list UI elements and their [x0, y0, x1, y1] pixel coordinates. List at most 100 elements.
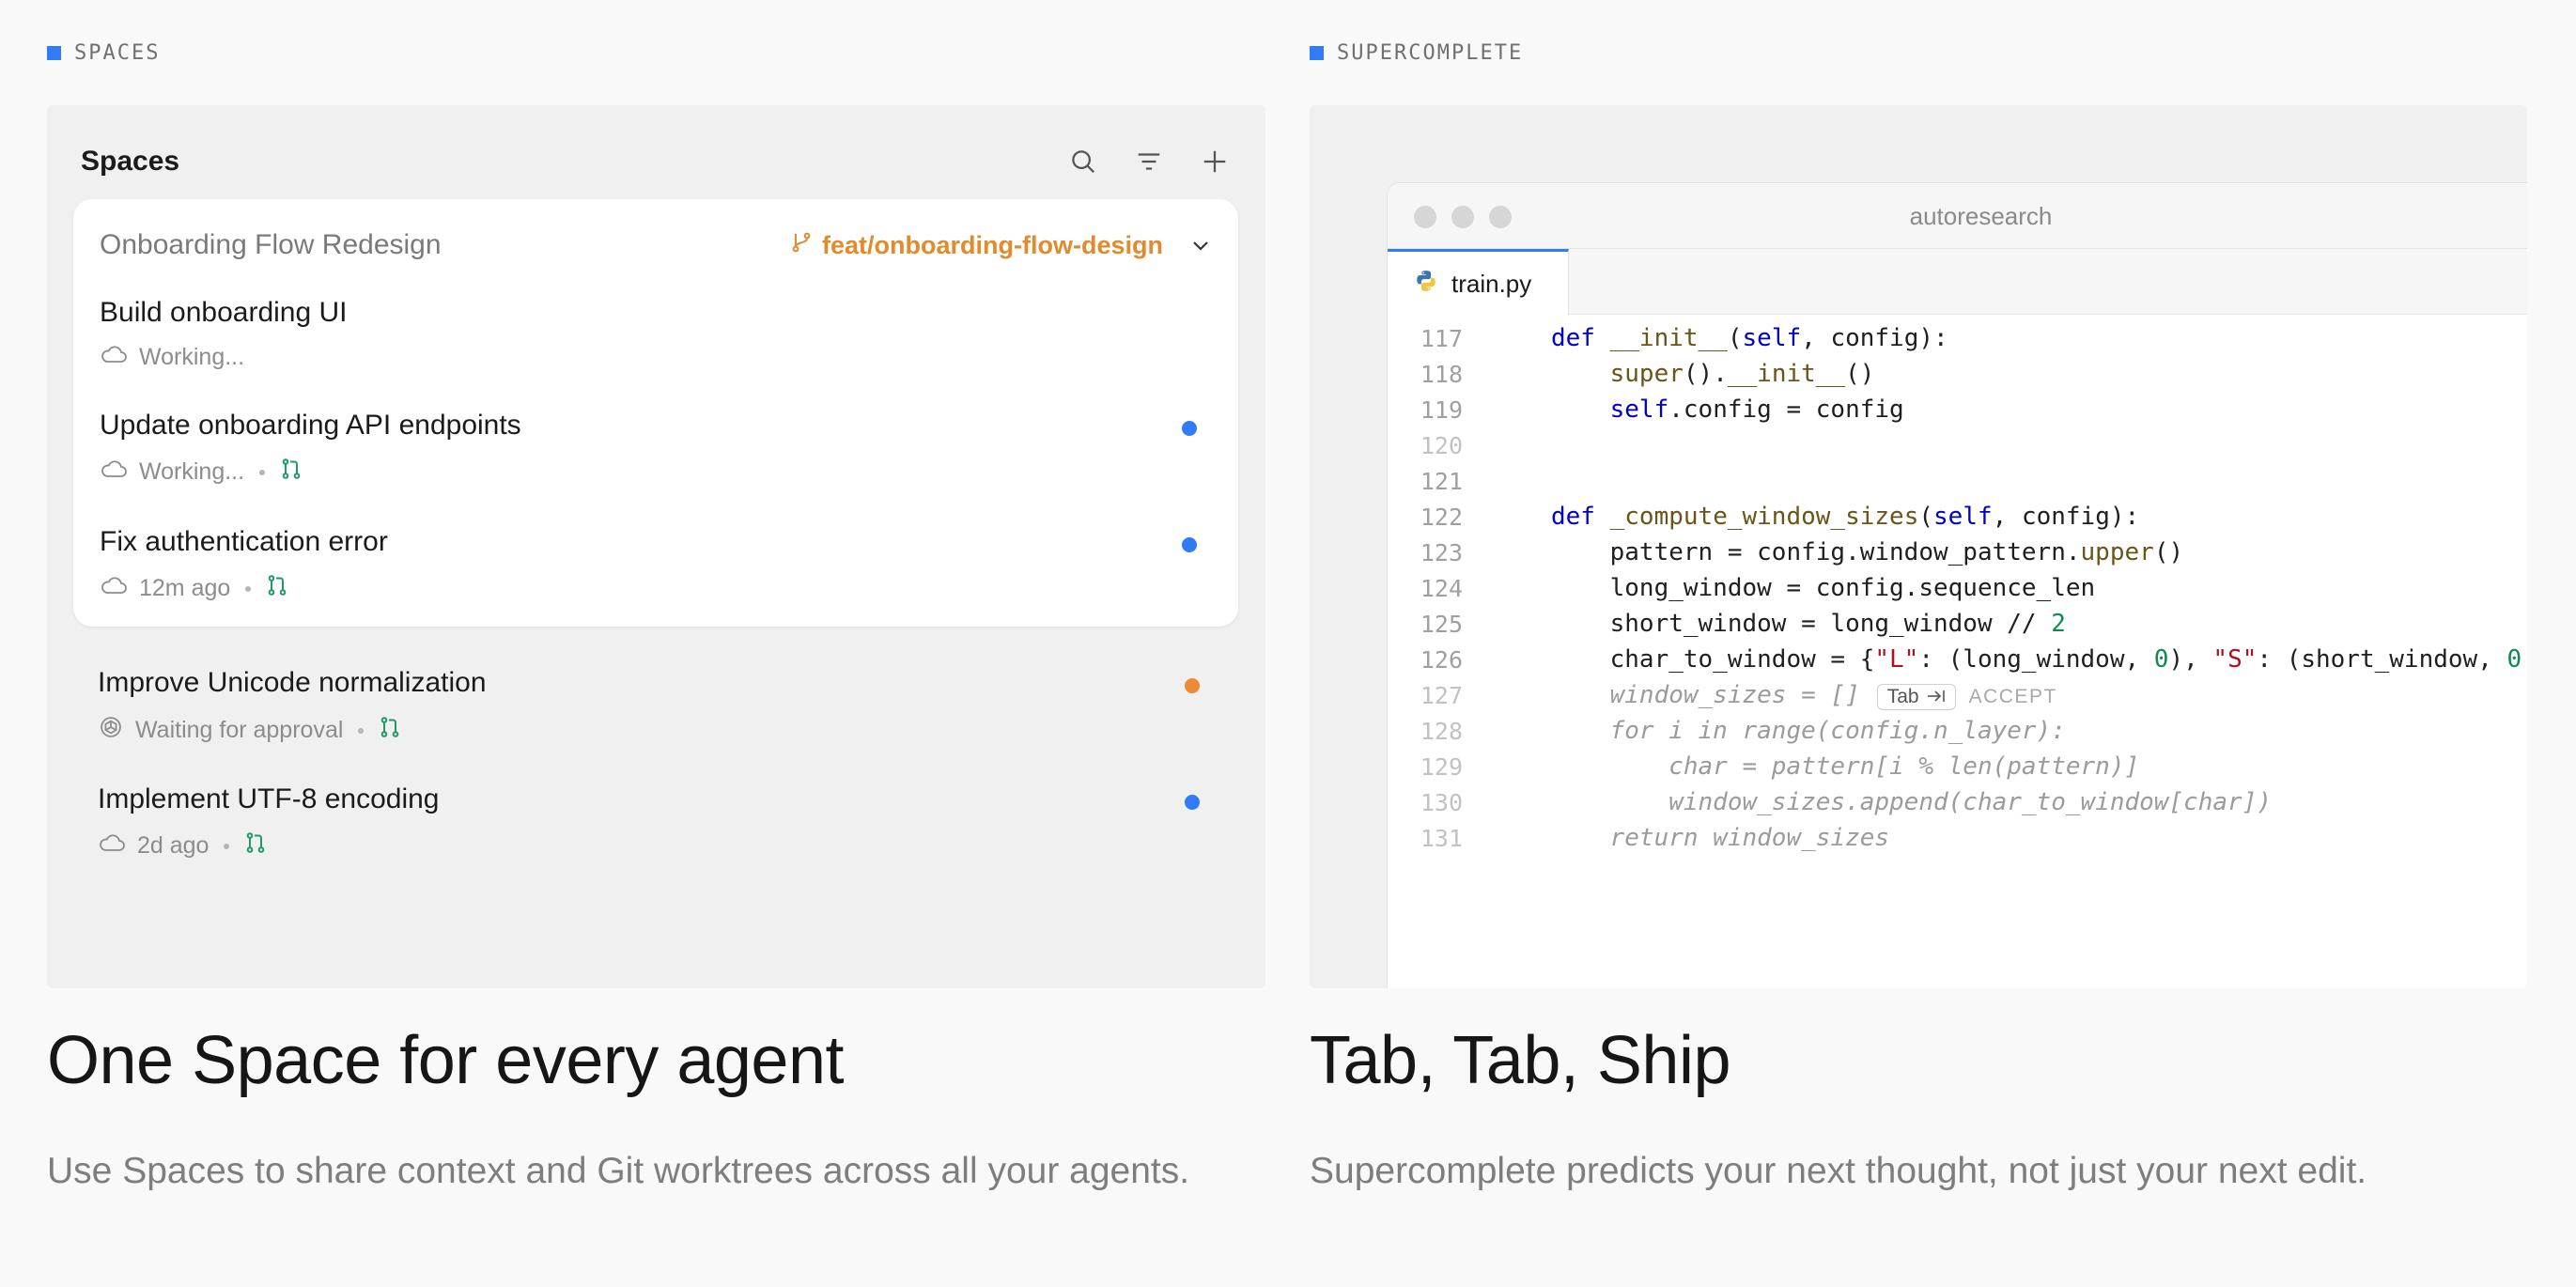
task-status: 2d ago [137, 832, 209, 859]
spaces-description: Use Spaces to share context and Git work… [47, 1151, 1190, 1191]
python-icon [1414, 269, 1438, 300]
task-title: Fix authentication error [100, 526, 388, 557]
tab-train-py[interactable]: train.py [1388, 249, 1569, 316]
code-line: 121 [1388, 463, 1463, 499]
branch-name: feat/onboarding-flow-design [822, 230, 1163, 259]
supercomplete-panel: autoresearch train.py 117 def __init__(se… [1310, 105, 2527, 988]
task-item[interactable]: Implement UTF-8 encoding 2d ago [98, 783, 1215, 877]
code-line: 117 def __init__(self, config): [1388, 320, 1948, 356]
filter-icon[interactable] [1132, 145, 1166, 178]
code-line: 123 pattern = config.window_pattern.uppe… [1388, 535, 2183, 570]
task-item[interactable]: Update onboarding API endpoints Working.… [100, 410, 1212, 504]
task-item[interactable]: Improve Unicode normalization Waiting fo… [98, 667, 1215, 761]
tab-key-badge[interactable]: Tab [1876, 683, 1956, 710]
line-number: 118 [1420, 360, 1463, 388]
line-number: 130 [1420, 788, 1463, 816]
cloud-icon [100, 458, 128, 486]
line-number: 120 [1420, 431, 1463, 459]
status-dot [1185, 678, 1200, 693]
line-number: 119 [1420, 395, 1463, 424]
task-meta: Waiting for approval [98, 714, 401, 747]
task-status: 12m ago [139, 575, 231, 601]
label-square-icon [47, 46, 61, 60]
code-line: 124 long_window = config.sequence_len [1388, 570, 2095, 606]
line-number: 117 [1420, 324, 1463, 352]
task-meta: 2d ago [98, 830, 267, 861]
task-status: Waiting for approval [135, 717, 344, 743]
task-meta: 12m ago [100, 573, 288, 604]
line-number: 124 [1420, 574, 1463, 602]
git-branch-icon [790, 230, 813, 261]
supercomplete-description: Supercomplete predicts your next thought… [1310, 1151, 2367, 1191]
cloud-icon [100, 344, 128, 371]
task-meta: Working... [100, 344, 244, 371]
task-title: Implement UTF-8 encoding [98, 783, 440, 814]
line-number: 122 [1420, 503, 1463, 531]
window-title: autoresearch [1909, 202, 2053, 230]
code-line: 120 [1388, 427, 1463, 463]
spaces-title: Spaces [81, 146, 180, 177]
task-item[interactable]: Fix authentication error 12m ago [100, 526, 1212, 620]
branch-badge: feat/onboarding-flow-design [790, 230, 1212, 261]
spaces-panel: Spaces Onboarding Flow Redesign feat/onb… [47, 105, 1265, 988]
tab-label: train.py [1451, 269, 1532, 298]
code-editor-window: autoresearch train.py 117 def __init__(se… [1387, 182, 2527, 988]
label-square-icon [1310, 46, 1324, 60]
suggestion-line: 128 for i in range(config.n_layer): [1388, 713, 2066, 749]
pull-request-icon[interactable] [244, 830, 267, 861]
cloud-icon [98, 832, 126, 860]
suggestion-line: 127 window_sizes = [] Tab ACCEPT [1388, 677, 2056, 713]
line-number: 131 [1420, 824, 1463, 852]
space-group-title: Onboarding Flow Redesign [100, 229, 442, 260]
task-meta: Working... [100, 457, 303, 488]
space-group-card: Onboarding Flow Redesign feat/onboarding… [73, 199, 1238, 627]
separator-dot [259, 469, 266, 475]
code-line: 118 super().__init__() [1388, 356, 1875, 392]
accept-label: ACCEPT [1968, 685, 2057, 707]
spaces-header: Spaces [81, 141, 1232, 182]
chevron-down-icon[interactable] [1189, 234, 1212, 256]
task-status: Working... [139, 458, 245, 485]
pull-request-icon[interactable] [266, 573, 288, 604]
suggestion-line: 129 char = pattern[i % len(pattern)] [1388, 749, 2139, 784]
line-number: 128 [1420, 717, 1463, 745]
task-title: Improve Unicode normalization [98, 667, 487, 698]
separator-dot [245, 585, 252, 592]
task-item[interactable]: Build onboarding UI Working... [100, 297, 1212, 391]
window-titlebar: autoresearch [1388, 183, 2527, 249]
suggestion-line: 130 window_sizes.append(char_to_window[c… [1388, 784, 2272, 820]
task-title: Update onboarding API endpoints [100, 410, 521, 441]
spaces-section-label: SPACES [47, 41, 160, 65]
spaces-headline: One Space for every agent [47, 1023, 845, 1098]
openai-icon [98, 714, 124, 747]
tab-arrow-icon [1927, 686, 1946, 708]
space-group-header[interactable]: Onboarding Flow Redesign feat/onboarding… [100, 222, 1212, 269]
line-number: 127 [1420, 681, 1463, 709]
code-line: 122 def _compute_window_sizes(self, confi… [1388, 499, 2139, 535]
editor-tab-bar: train.py [1388, 249, 2527, 316]
task-title: Build onboarding UI [100, 297, 348, 328]
supercomplete-headline: Tab, Tab, Ship [1310, 1023, 1731, 1098]
line-number: 126 [1420, 645, 1463, 674]
separator-dot [358, 727, 365, 734]
suggestion-line: 131 return window_sizes [1388, 820, 1889, 856]
separator-dot [224, 843, 230, 849]
code-line: 119 self.config = config [1388, 392, 1904, 427]
task-status: Working... [139, 344, 245, 370]
line-number: 121 [1420, 467, 1463, 495]
line-number: 125 [1420, 610, 1463, 638]
status-dot [1182, 421, 1197, 436]
pull-request-icon[interactable] [280, 457, 303, 488]
cloud-icon [100, 575, 128, 602]
search-icon[interactable] [1066, 145, 1100, 178]
accept-hint[interactable]: Tab ACCEPT [1876, 683, 2057, 710]
status-dot [1185, 795, 1200, 810]
line-number: 129 [1420, 752, 1463, 781]
pull-request-icon[interactable] [379, 715, 401, 746]
code-line: 125 short_window = long_window // 2 [1388, 606, 2066, 642]
line-number: 123 [1420, 538, 1463, 566]
supercomplete-section-label: SUPERCOMPLETE [1310, 41, 1523, 65]
code-line: 126 char_to_window = {"L": (long_window,… [1388, 642, 2522, 677]
add-space-icon[interactable] [1198, 145, 1232, 178]
status-dot [1182, 537, 1197, 552]
